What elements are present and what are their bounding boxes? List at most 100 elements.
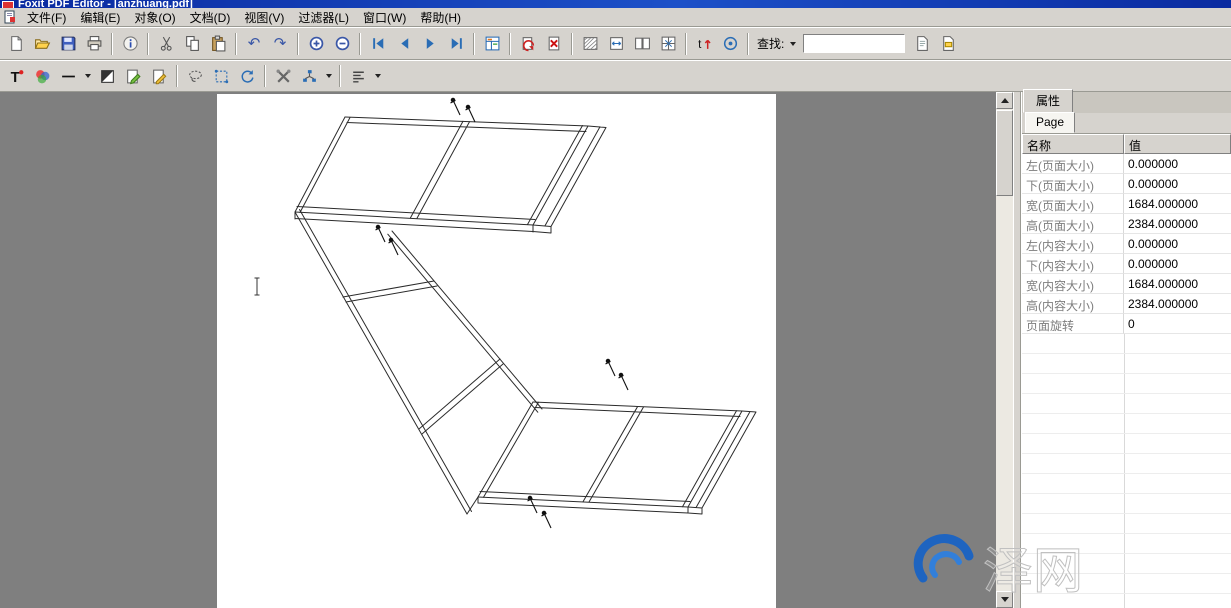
previous-page-button[interactable] xyxy=(391,31,417,56)
property-value: 2384.000000 xyxy=(1124,294,1231,314)
two-page-layout-icon xyxy=(634,35,651,52)
zoom-in-button[interactable] xyxy=(303,31,329,56)
align-objects-button[interactable] xyxy=(345,64,371,89)
panel-splitter[interactable] xyxy=(1013,92,1021,608)
lasso-icon xyxy=(187,68,204,85)
property-row[interactable]: 页面旋转 0 xyxy=(1022,314,1231,334)
svg-text:t: t xyxy=(698,38,702,51)
rotate-object-button[interactable] xyxy=(234,64,260,89)
menu-item[interactable]: 帮助(H) xyxy=(413,7,468,28)
arrow-down-icon xyxy=(1001,597,1009,602)
main-area: 属性 Page 名称 值 左(页面大小) 0.000000 下(页面大小) xyxy=(0,92,1231,608)
svg-text:T: T xyxy=(10,69,19,84)
menu-item[interactable]: 文档(D) xyxy=(183,7,238,28)
menu-item[interactable]: 文件(F) xyxy=(20,7,73,28)
property-value: 0 xyxy=(1124,314,1231,334)
document-window-icon[interactable] xyxy=(2,10,18,25)
tools-icon xyxy=(275,68,292,85)
extract-text-button[interactable] xyxy=(909,31,935,56)
value-column-header[interactable]: 值 xyxy=(1124,134,1231,154)
next-page-button[interactable] xyxy=(417,31,443,56)
cut-button[interactable] xyxy=(153,31,179,56)
property-row[interactable]: 宽(内容大小) 1684.000000 xyxy=(1022,274,1231,294)
property-grid-body: 左(页面大小) 0.000000 下(页面大小) 0.000000 宽(页面大小… xyxy=(1022,154,1231,334)
app-icon xyxy=(2,1,14,8)
menu-item[interactable]: 窗口(W) xyxy=(356,7,413,28)
page-tab[interactable]: Page xyxy=(1025,112,1075,133)
text-tool-icon: T xyxy=(8,68,25,85)
zoom-out-icon xyxy=(334,35,351,52)
two-page-layout-button[interactable] xyxy=(629,31,655,56)
fill-tool-button[interactable] xyxy=(94,64,120,89)
property-name: 宽(内容大小) xyxy=(1022,274,1124,294)
redo-button[interactable]: ↷ xyxy=(267,31,293,56)
copy-button[interactable] xyxy=(179,31,205,56)
rotate-page-button[interactable] xyxy=(515,31,541,56)
open-button[interactable] xyxy=(29,31,55,56)
four-page-layout-button[interactable] xyxy=(655,31,681,56)
scroll-thumb[interactable] xyxy=(996,110,1013,196)
edit-pencil-icon xyxy=(125,68,142,85)
property-row[interactable]: 高(内容大小) 2384.000000 xyxy=(1022,294,1231,314)
find-dropdown-button[interactable] xyxy=(786,34,799,54)
fit-page-icon xyxy=(608,35,625,52)
name-column-header[interactable]: 名称 xyxy=(1022,134,1124,154)
document-canvas[interactable] xyxy=(0,92,996,608)
target-button[interactable] xyxy=(717,31,743,56)
scroll-down-button[interactable] xyxy=(996,591,1013,608)
property-row[interactable]: 左(内容大小) 0.000000 xyxy=(1022,234,1231,254)
text-tool-button[interactable]: T xyxy=(3,64,29,89)
align-dropdown[interactable] xyxy=(371,66,384,86)
lasso-select-button[interactable] xyxy=(182,64,208,89)
property-row[interactable]: 下(内容大小) 0.000000 xyxy=(1022,254,1231,274)
edit-page-button[interactable] xyxy=(120,64,146,89)
color-tool-button[interactable] xyxy=(29,64,55,89)
property-name: 下(内容大小) xyxy=(1022,254,1124,274)
cluster-dropdown[interactable] xyxy=(322,66,335,86)
rotate-page-icon xyxy=(520,35,537,52)
cad-drawing xyxy=(217,94,776,608)
pdf-page[interactable] xyxy=(217,94,776,608)
repair-tools-button[interactable] xyxy=(270,64,296,89)
clipboard-icon xyxy=(210,35,227,52)
menu-item[interactable]: 编辑(E) xyxy=(73,7,127,28)
last-page-button[interactable] xyxy=(443,31,469,56)
paste-button[interactable] xyxy=(205,31,231,56)
chevron-down-icon xyxy=(85,74,91,78)
line-tool-button[interactable] xyxy=(55,64,81,89)
property-row[interactable]: 下(页面大小) 0.000000 xyxy=(1022,174,1231,194)
hatch-pattern-button[interactable] xyxy=(577,31,603,56)
page-properties-icon xyxy=(940,35,957,52)
insert-text-button[interactable]: t xyxy=(691,31,717,56)
save-button[interactable] xyxy=(55,31,81,56)
properties-tab[interactable]: 属性 xyxy=(1023,89,1073,113)
undo-button[interactable]: ↶ xyxy=(241,31,267,56)
zoom-out-button[interactable] xyxy=(329,31,355,56)
transform-select-button[interactable] xyxy=(208,64,234,89)
edit-object-button[interactable] xyxy=(146,64,172,89)
toolbar-separator xyxy=(747,33,749,55)
panel-tab-strip: 属性 xyxy=(1022,92,1231,113)
scroll-track[interactable] xyxy=(996,196,1013,591)
property-row[interactable]: 左(页面大小) 0.000000 xyxy=(1022,154,1231,174)
find-input[interactable] xyxy=(803,34,905,53)
property-row[interactable]: 宽(页面大小) 1684.000000 xyxy=(1022,194,1231,214)
line-tool-icon xyxy=(60,68,77,85)
print-button[interactable] xyxy=(81,31,107,56)
page-properties-button[interactable] xyxy=(935,31,961,56)
menu-item[interactable]: 对象(O) xyxy=(127,7,182,28)
fit-page-button[interactable] xyxy=(603,31,629,56)
property-row[interactable]: 高(页面大小) 2384.000000 xyxy=(1022,214,1231,234)
scroll-up-button[interactable] xyxy=(996,92,1013,109)
first-page-button[interactable] xyxy=(365,31,391,56)
delete-page-button[interactable] xyxy=(541,31,567,56)
vertical-scrollbar[interactable] xyxy=(996,92,1013,608)
new-button[interactable] xyxy=(3,31,29,56)
toolbar-separator xyxy=(297,33,299,55)
object-cluster-button[interactable] xyxy=(296,64,322,89)
document-info-button[interactable] xyxy=(117,31,143,56)
menu-item[interactable]: 过滤器(L) xyxy=(291,7,356,28)
page-form-button[interactable] xyxy=(479,31,505,56)
menu-item[interactable]: 视图(V) xyxy=(237,7,291,28)
line-tool-dropdown[interactable] xyxy=(81,66,94,86)
